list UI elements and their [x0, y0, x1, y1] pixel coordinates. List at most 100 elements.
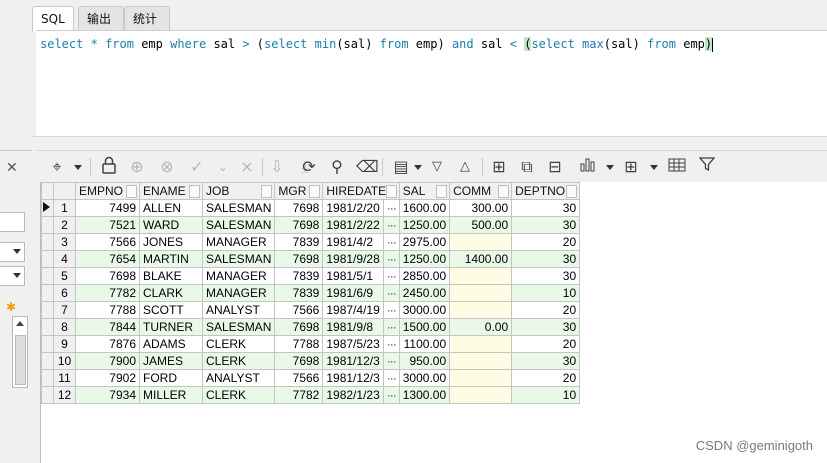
cell-empno[interactable]: 7900 [75, 352, 140, 370]
cell-hiredate[interactable]: 1981/5/1 [322, 267, 384, 285]
table-row[interactable]: 7 7788 SCOTT ANALYST 7566 1987/4/19 ··· 3000.00… [41, 301, 581, 319]
cell-job[interactable]: SALESMAN [201, 199, 276, 217]
cell-deptno[interactable]: 10 [511, 386, 581, 404]
cell-hiredate[interactable]: 1981/9/8 [322, 318, 384, 336]
cell-empno[interactable]: 7782 [75, 284, 140, 302]
cell-hiredate[interactable]: 1987/4/19 [322, 301, 384, 319]
cancel-edit-icon[interactable]: ⨯ [236, 156, 258, 178]
table-row[interactable]: 12 7934 MILLER CLERK 7782 1982/1/23 ··· 1300.00… [41, 386, 581, 404]
column-header-mgr[interactable]: MGR [274, 182, 324, 200]
row-indicator[interactable] [41, 267, 54, 285]
cell-empno[interactable]: 7902 [75, 369, 140, 387]
cell-comm[interactable]: 300.00 [449, 199, 513, 217]
cell-ename[interactable]: SCOTT [139, 301, 203, 319]
cell-expand-button[interactable]: ··· [382, 199, 400, 217]
table-row[interactable]: 2 7521 WARD SALESMAN 7698 1981/2/22 ··· 1250.00… [41, 216, 581, 234]
splitter[interactable] [32, 136, 827, 151]
cell-deptno[interactable]: 30 [511, 318, 581, 336]
cell-deptno[interactable]: 20 [511, 233, 581, 251]
cell-ename[interactable]: MARTIN [139, 250, 203, 268]
grid-options-icon[interactable]: ⌖ [46, 156, 68, 178]
row-indicator[interactable] [41, 352, 54, 370]
cell-job[interactable]: SALESMAN [201, 250, 276, 268]
clear-icon[interactable]: ⌫ [356, 156, 379, 178]
filter-rows-icon[interactable]: ▤ [390, 156, 412, 178]
table-row[interactable]: 10 7900 JAMES CLERK 7698 1981/12/3 ··· 950.00 30 [41, 352, 581, 370]
cell-mgr[interactable]: 7782 [274, 386, 324, 404]
cell-job[interactable]: MANAGER [201, 284, 276, 302]
layout-icon[interactable]: ⊞ [620, 156, 642, 178]
cell-ename[interactable]: BLAKE [139, 267, 203, 285]
sort-button[interactable] [436, 185, 448, 198]
tab-sql[interactable]: SQL [32, 6, 74, 32]
cell-sal[interactable]: 1300.00 [398, 386, 451, 404]
cell-comm[interactable] [449, 284, 513, 302]
cell-ename[interactable]: JAMES [139, 352, 203, 370]
cell-job[interactable]: MANAGER [201, 267, 276, 285]
funnel-icon[interactable] [696, 156, 718, 178]
cell-mgr[interactable]: 7839 [274, 284, 324, 302]
cell-mgr[interactable]: 7698 [274, 318, 324, 336]
import-icon[interactable]: ⊞ [488, 156, 510, 178]
column-header-job[interactable]: JOB [201, 182, 276, 200]
refresh-icon[interactable]: ⟳ [298, 156, 320, 178]
cell-empno[interactable]: 7698 [75, 267, 140, 285]
cell-deptno[interactable]: 30 [511, 352, 581, 370]
cell-job[interactable]: MANAGER [201, 233, 276, 251]
row-number[interactable]: 1 [53, 199, 76, 217]
cell-sal[interactable]: 1250.00 [398, 216, 451, 234]
cell-ename[interactable]: ALLEN [139, 199, 203, 217]
close-icon[interactable]: ✕ [6, 160, 18, 176]
cell-hiredate[interactable]: 1981/12/3 [322, 352, 384, 370]
chevron-down-icon[interactable] [74, 165, 82, 170]
cell-mgr[interactable]: 7698 [274, 199, 324, 217]
data-view-icon[interactable]: ⊟ [544, 156, 566, 178]
sort-button[interactable] [385, 185, 397, 198]
row-number[interactable]: 8 [53, 318, 76, 336]
cell-mgr[interactable]: 7566 [274, 369, 324, 387]
cell-comm[interactable] [449, 369, 513, 387]
cell-sal[interactable]: 1600.00 [398, 199, 451, 217]
table-row[interactable]: 4 7654 MARTIN SALESMAN 7698 1981/9/28 ··· 1250.… [41, 250, 581, 268]
row-number[interactable]: 5 [53, 267, 76, 285]
sql-query-text[interactable]: select * from emp where sal > (select mi… [40, 37, 714, 52]
row-number[interactable]: 3 [53, 233, 76, 251]
cell-sal[interactable]: 1500.00 [398, 318, 451, 336]
cell-expand-button[interactable]: ··· [382, 233, 400, 251]
cell-comm[interactable]: 0.00 [449, 318, 513, 336]
row-indicator[interactable] [41, 335, 54, 353]
cell-job[interactable]: CLERK [201, 386, 276, 404]
cell-expand-button[interactable]: ··· [382, 301, 400, 319]
cell-sal[interactable]: 1100.00 [398, 335, 451, 353]
chevron-down-icon[interactable] [650, 165, 658, 170]
column-header-sal[interactable]: SAL [398, 182, 451, 200]
tab-output[interactable]: 输出 [78, 6, 124, 31]
cell-comm[interactable] [449, 267, 513, 285]
cell-empno[interactable]: 7499 [75, 199, 140, 217]
cell-mgr[interactable]: 7698 [274, 216, 324, 234]
cell-sal[interactable]: 2450.00 [398, 284, 451, 302]
cell-job[interactable]: ANALYST [201, 369, 276, 387]
cell-empno[interactable]: 7654 [75, 250, 140, 268]
cell-comm[interactable] [449, 233, 513, 251]
column-header-empno[interactable]: EMPNO [75, 182, 140, 200]
cell-ename[interactable]: FORD [139, 369, 203, 387]
cell-job[interactable]: ANALYST [201, 301, 276, 319]
cell-ename[interactable]: TURNER [139, 318, 203, 336]
row-number[interactable]: 9 [53, 335, 76, 353]
table-row[interactable]: 3 7566 JONES MANAGER 7839 1981/4/2 ··· 2975.00 2… [41, 233, 581, 251]
row-number[interactable]: 11 [53, 369, 76, 387]
delete-record-icon[interactable]: ⊗ [156, 156, 178, 178]
sort-button[interactable] [189, 185, 200, 198]
cell-job[interactable]: SALESMAN [201, 216, 276, 234]
cell-ename[interactable]: ADAMS [139, 335, 203, 353]
row-number[interactable]: 10 [53, 352, 76, 370]
export-icon[interactable]: ⧉ [516, 156, 538, 178]
cell-job[interactable]: CLERK [201, 352, 276, 370]
column-header-deptno[interactable]: DEPTNO [511, 182, 581, 200]
chevron-down-icon[interactable] [414, 165, 422, 170]
table-row[interactable]: 6 7782 CLARK MANAGER 7839 1981/6/9 ··· 2450.00 1… [41, 284, 581, 302]
cell-empno[interactable]: 7788 [75, 301, 140, 319]
sort-button[interactable] [126, 185, 137, 198]
cell-expand-button[interactable]: ··· [382, 369, 400, 387]
